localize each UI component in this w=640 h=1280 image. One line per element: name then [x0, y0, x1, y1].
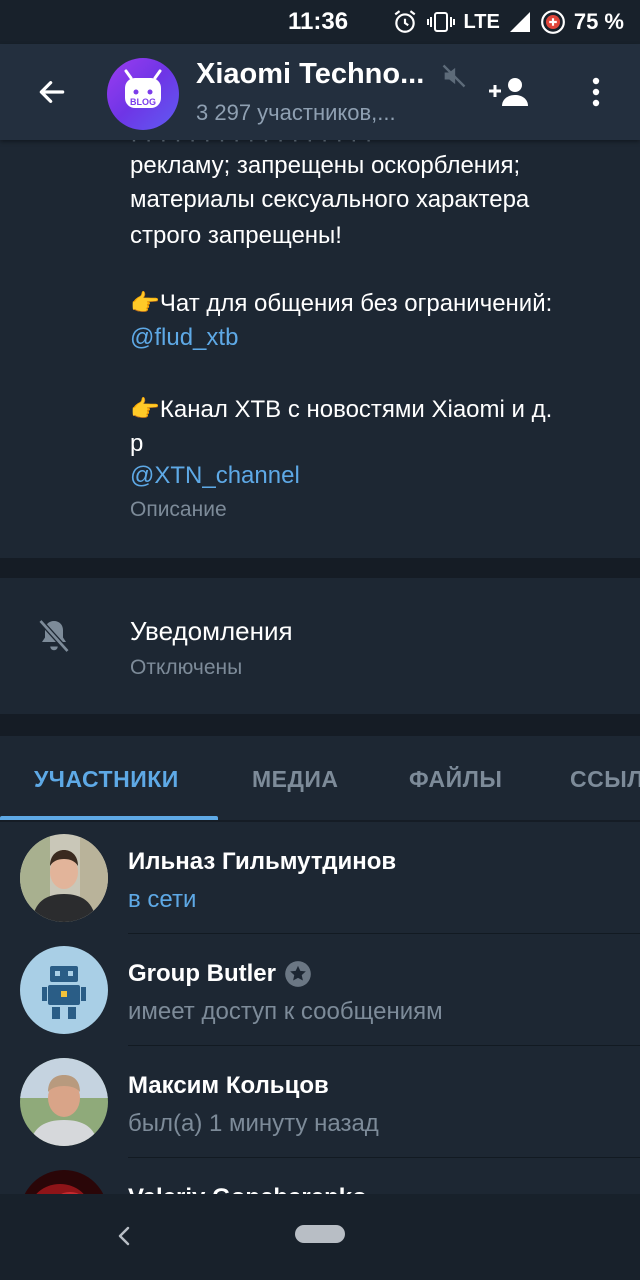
member-status: в сети [128, 886, 197, 913]
chevron-left-icon [118, 1226, 130, 1246]
description-line: р [130, 430, 144, 457]
member-status: имеет доступ к сообщениям [128, 998, 443, 1025]
member-row[interactable]: Valeriy Goncharenko [0, 1158, 640, 1194]
muted-icon [442, 64, 466, 88]
robot-icon [20, 946, 108, 1034]
tab-members[interactable]: УЧАСТНИКИ [34, 766, 179, 793]
member-name: Valeriy Goncharenko [128, 1184, 367, 1194]
description-line: рекламу; запрещены оскорбления; [130, 152, 521, 179]
back-button[interactable] [28, 68, 76, 116]
member-name: Максим Кольцов [128, 1072, 329, 1099]
description-line: 👉Чат для общения без ограничений: [130, 290, 553, 317]
more-vert-icon [592, 77, 600, 107]
members-list: Ильназ Гильмутдинов в сети Group Butler [0, 822, 640, 1194]
battery-saver-icon [540, 10, 565, 34]
section-divider [0, 714, 640, 736]
member-status: был(а) 1 минуту назад [128, 1110, 379, 1137]
system-nav-bar [0, 1194, 640, 1280]
notifications-setting[interactable]: Уведомления Отключены [0, 578, 640, 714]
notifications-status: Отключены [130, 656, 243, 679]
member-name: Group Butler [128, 960, 312, 988]
back-arrow-icon [39, 81, 65, 103]
member-count: 3 297 участников,... [196, 100, 396, 125]
group-description: · · · · · · · · · · · · · · · · · реклам… [0, 140, 640, 558]
svg-text:BLOG: BLOG [130, 97, 156, 107]
add-member-button[interactable] [486, 72, 534, 112]
description-line: строго запрещены! [130, 222, 342, 249]
status-icons: LTE 75 % [392, 8, 624, 36]
blog-logo: BLOG [124, 69, 162, 108]
status-time: 11:36 [288, 8, 349, 35]
vibrate-icon [426, 12, 455, 32]
nav-home-pill[interactable] [295, 1225, 345, 1243]
signal-icon [509, 12, 530, 32]
network-type: LTE [463, 10, 500, 33]
nav-back-button[interactable] [112, 1220, 136, 1252]
notifications-title: Уведомления [130, 616, 293, 646]
member-row[interactable]: Ильназ Гильмутдинов в сети [0, 822, 640, 934]
member-name: Ильназ Гильмутдинов [128, 848, 397, 875]
star-badge-icon [285, 961, 311, 987]
avatar [20, 1058, 108, 1146]
tab-media[interactable]: МЕДИА [252, 766, 339, 793]
avatar [20, 946, 108, 1034]
chat-header: BLOG Xiaomi Techno... 3 297 участников,.… [0, 44, 640, 140]
more-options-button[interactable] [580, 72, 612, 112]
member-row[interactable]: Максим Кольцов был(а) 1 минуту назад [0, 1046, 640, 1158]
add-member-icon [489, 78, 528, 106]
alarm-icon [394, 10, 415, 33]
status-bar: 11:36 LTE 75 % [0, 0, 640, 44]
battery-level: 75 % [573, 9, 624, 34]
avatar [20, 834, 108, 922]
description-line: материалы сексуального характера [130, 186, 530, 213]
link-xtn-channel[interactable]: @XTN_channel [130, 458, 300, 494]
description-caption: Описание [130, 498, 227, 521]
tab-files[interactable]: ФАЙЛЫ [409, 766, 502, 793]
member-row[interactable]: Group Butler имеет доступ к сообщениям [0, 934, 640, 1046]
group-title[interactable]: Xiaomi Techno... [196, 58, 424, 91]
media-tabs: УЧАСТНИКИ МЕДИА ФАЙЛЫ ССЫЛ [0, 736, 640, 822]
description-line: 👉Канал XTB с новостями Xiaomi и д. [130, 396, 553, 423]
link-flud-xtb[interactable]: @flud_xtb [130, 320, 238, 356]
tab-links[interactable]: ССЫЛ [570, 766, 640, 793]
notifications-off-icon [38, 619, 70, 653]
avatar [20, 1170, 108, 1194]
group-avatar[interactable]: BLOG [107, 58, 179, 130]
section-divider [0, 558, 640, 578]
active-tab-indicator [0, 816, 218, 820]
